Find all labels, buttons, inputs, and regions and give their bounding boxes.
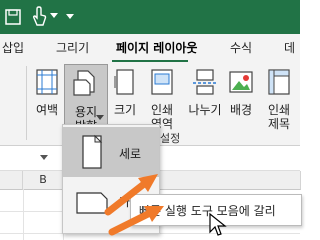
orange-arrow-icon [108, 206, 164, 236]
mouse-cursor-icon [209, 212, 227, 236]
annotation-arrows [104, 174, 164, 236]
